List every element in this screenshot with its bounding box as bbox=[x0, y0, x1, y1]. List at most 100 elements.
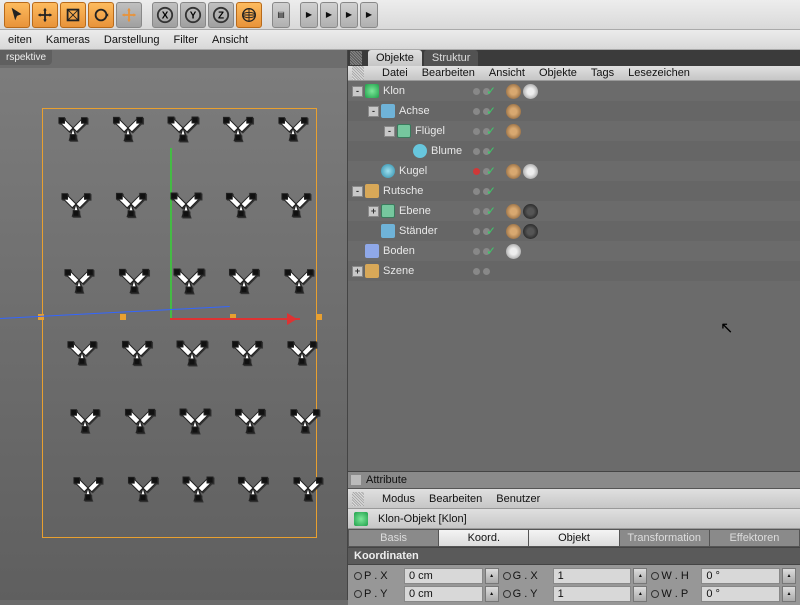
expander-icon[interactable]: - bbox=[384, 126, 395, 137]
tag-bronze[interactable] bbox=[506, 124, 521, 139]
expander-icon[interactable]: - bbox=[352, 186, 363, 197]
menu-item[interactable]: Benutzer bbox=[496, 493, 540, 505]
tree-row[interactable]: Boden ✓ bbox=[348, 241, 800, 261]
menu-item[interactable]: Bearbeiten bbox=[422, 67, 475, 79]
mini-arrow-3[interactable]: ▶ bbox=[340, 2, 358, 28]
object-name[interactable]: Klon bbox=[383, 85, 405, 97]
axis-x[interactable] bbox=[170, 318, 300, 320]
spinner[interactable]: ▴ bbox=[633, 568, 647, 584]
tree-row[interactable]: - Achse ✓ bbox=[348, 101, 800, 121]
coord-input[interactable]: 0 ° bbox=[701, 568, 780, 584]
tool-globe[interactable] bbox=[236, 2, 262, 28]
tree-row[interactable]: - Flügel ✓ bbox=[348, 121, 800, 141]
spinner[interactable]: ▴ bbox=[782, 568, 796, 584]
object-name[interactable]: Ständer bbox=[399, 225, 438, 237]
tab-objekt[interactable]: Objekt bbox=[528, 529, 618, 547]
tab-structure[interactable]: Struktur bbox=[424, 50, 479, 66]
bbox-handle[interactable] bbox=[316, 314, 322, 320]
enable-check[interactable]: ✓ bbox=[486, 84, 498, 98]
grip-icon[interactable] bbox=[352, 66, 364, 80]
tab-transformation[interactable]: Transformation bbox=[619, 529, 709, 547]
object-name[interactable]: Flügel bbox=[415, 125, 445, 137]
enable-check[interactable]: ✓ bbox=[486, 204, 498, 218]
menu-item[interactable]: Darstellung bbox=[104, 34, 160, 46]
menu-item[interactable]: Ansicht bbox=[489, 67, 525, 79]
tab-koord[interactable]: Koord. bbox=[438, 529, 528, 547]
tree-row[interactable]: - Rutsche ✓ bbox=[348, 181, 800, 201]
menu-item[interactable]: Tags bbox=[591, 67, 614, 79]
tool-axis-z[interactable]: Z bbox=[208, 2, 234, 28]
tree-row[interactable]: + Szene bbox=[348, 261, 800, 281]
tool-select[interactable] bbox=[4, 2, 30, 28]
tool-axis-y[interactable]: Y bbox=[180, 2, 206, 28]
enable-check[interactable]: ✓ bbox=[486, 244, 498, 258]
coord-input[interactable]: 0 cm bbox=[404, 568, 483, 584]
tree-row[interactable]: - Klon ✓ bbox=[348, 81, 800, 101]
tag-bronze[interactable] bbox=[506, 104, 521, 119]
tab-objects[interactable]: Objekte bbox=[368, 50, 422, 66]
object-name[interactable]: Ebene bbox=[399, 205, 431, 217]
enable-check[interactable]: ✓ bbox=[486, 164, 498, 178]
tab-effektoren[interactable]: Effektoren bbox=[709, 529, 800, 547]
tag-silver[interactable] bbox=[523, 164, 538, 179]
tag-bronze[interactable] bbox=[506, 84, 521, 99]
tree-row[interactable]: Kugel ✓ bbox=[348, 161, 800, 181]
enable-check[interactable]: ✓ bbox=[486, 184, 498, 198]
expander-icon[interactable]: + bbox=[368, 206, 379, 217]
tag-dark[interactable] bbox=[523, 204, 538, 219]
enable-check[interactable]: ✓ bbox=[486, 124, 498, 138]
spinner[interactable]: ▴ bbox=[485, 568, 499, 584]
mini-arrow-1[interactable]: ▶ bbox=[300, 2, 318, 28]
object-name[interactable]: Blume bbox=[431, 145, 462, 157]
tool-move[interactable] bbox=[32, 2, 58, 28]
tag-bronze[interactable] bbox=[506, 164, 521, 179]
expander-icon[interactable]: + bbox=[352, 266, 363, 277]
tool-move-alt[interactable] bbox=[116, 2, 142, 28]
menu-item[interactable]: Objekte bbox=[539, 67, 577, 79]
attribute-header[interactable]: Attribute bbox=[348, 471, 800, 489]
tag-dark[interactable] bbox=[523, 224, 538, 239]
coord-input[interactable]: 1 bbox=[553, 568, 632, 584]
tag-silver[interactable] bbox=[523, 84, 538, 99]
object-name[interactable]: Szene bbox=[383, 265, 414, 277]
enable-check[interactable]: ✓ bbox=[486, 144, 498, 158]
viewport-canvas[interactable] bbox=[0, 68, 347, 600]
menu-item[interactable]: Modus bbox=[382, 493, 415, 505]
object-tree[interactable]: -Klon✓-Achse✓-Flügel✓Blume✓Kugel✓-Rutsch… bbox=[348, 81, 800, 471]
expander-icon[interactable]: - bbox=[368, 106, 379, 117]
object-name[interactable]: Rutsche bbox=[383, 185, 423, 197]
disclose-icon[interactable] bbox=[351, 475, 361, 485]
tool-render[interactable]: ▤ bbox=[272, 2, 290, 28]
tag-list bbox=[506, 104, 521, 119]
mini-arrow-2[interactable]: ▶ bbox=[320, 2, 338, 28]
object-name[interactable]: Boden bbox=[383, 245, 415, 257]
menu-item[interactable]: Ansicht bbox=[212, 34, 248, 46]
enable-check[interactable]: ✓ bbox=[486, 224, 498, 238]
bbox-handle[interactable] bbox=[120, 314, 126, 320]
grip-icon[interactable] bbox=[352, 492, 364, 506]
menu-item[interactable]: Filter bbox=[174, 34, 198, 46]
tool-axis-x[interactable]: X bbox=[152, 2, 178, 28]
expander-icon[interactable]: - bbox=[352, 86, 363, 97]
tag-silver[interactable] bbox=[506, 244, 521, 259]
tree-row[interactable]: Blume ✓ bbox=[348, 141, 800, 161]
enable-check[interactable]: ✓ bbox=[486, 104, 498, 118]
object-name[interactable]: Kugel bbox=[399, 165, 427, 177]
tool-scale[interactable] bbox=[60, 2, 86, 28]
tree-row[interactable]: Ständer ✓ bbox=[348, 221, 800, 241]
menu-item[interactable]: Lesezeichen bbox=[628, 67, 690, 79]
menu-item[interactable]: Kameras bbox=[46, 34, 90, 46]
grip-icon[interactable] bbox=[350, 51, 362, 65]
menu-item[interactable]: Datei bbox=[382, 67, 408, 79]
menu-item[interactable]: Bearbeiten bbox=[429, 493, 482, 505]
tag-bronze[interactable] bbox=[506, 224, 521, 239]
visibility-dots[interactable] bbox=[460, 268, 490, 275]
mini-arrow-4[interactable]: ▶ bbox=[360, 2, 378, 28]
tool-rotate[interactable] bbox=[88, 2, 114, 28]
menu-item[interactable]: eiten bbox=[8, 34, 32, 46]
tag-bronze[interactable] bbox=[506, 204, 521, 219]
tab-basis[interactable]: Basis bbox=[348, 529, 438, 547]
viewport[interactable]: rspektive bbox=[0, 50, 348, 600]
tree-row[interactable]: + Ebene ✓ bbox=[348, 201, 800, 221]
object-name[interactable]: Achse bbox=[399, 105, 430, 117]
